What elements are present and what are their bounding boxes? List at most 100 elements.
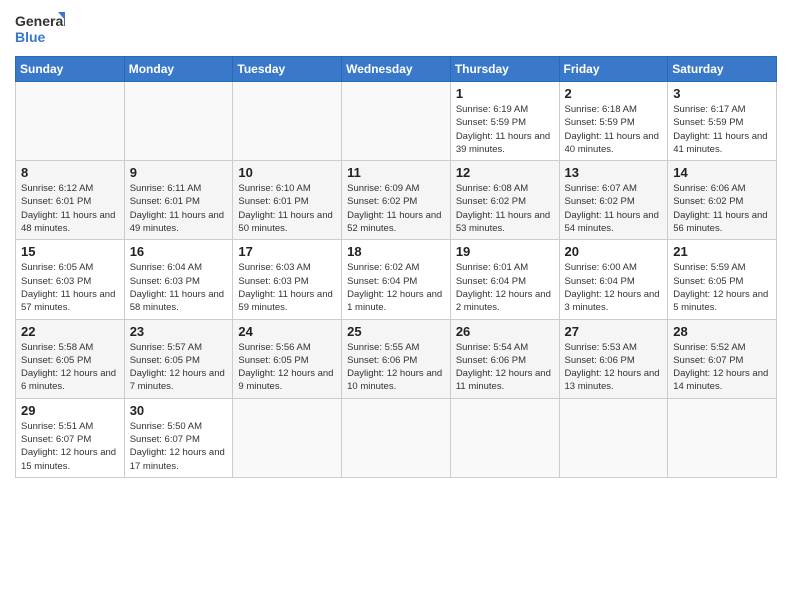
weekday-header-thursday: Thursday: [450, 57, 559, 82]
weekday-header-sunday: Sunday: [16, 57, 125, 82]
day-cell-27: 27 Sunrise: 5:53 AMSunset: 6:06 PMDayligh…: [559, 319, 668, 398]
day-info: Sunrise: 6:17 AMSunset: 5:59 PMDaylight:…: [673, 103, 771, 156]
day-info: Sunrise: 6:07 AMSunset: 6:02 PMDaylight:…: [565, 182, 663, 235]
day-number: 24: [238, 324, 336, 339]
calendar-week-3: 15 Sunrise: 6:05 AMSunset: 6:03 PMDayligh…: [16, 240, 777, 319]
day-number: 30: [130, 403, 228, 418]
calendar-week-5: 29 Sunrise: 5:51 AMSunset: 6:07 PMDayligh…: [16, 398, 777, 477]
day-number: 2: [565, 86, 663, 101]
day-cell-3: 3 Sunrise: 6:17 AMSunset: 5:59 PMDaylight…: [668, 82, 777, 161]
day-info: Sunrise: 5:51 AMSunset: 6:07 PMDaylight:…: [21, 420, 119, 473]
day-number: 10: [238, 165, 336, 180]
day-number: 21: [673, 244, 771, 259]
day-number: 3: [673, 86, 771, 101]
day-number: 27: [565, 324, 663, 339]
day-info: Sunrise: 6:00 AMSunset: 6:04 PMDaylight:…: [565, 261, 663, 314]
empty-cell: [668, 398, 777, 477]
day-number: 15: [21, 244, 119, 259]
day-info: Sunrise: 6:06 AMSunset: 6:02 PMDaylight:…: [673, 182, 771, 235]
day-info: Sunrise: 6:02 AMSunset: 6:04 PMDaylight:…: [347, 261, 445, 314]
day-number: 23: [130, 324, 228, 339]
logo-svg: General Blue: [15, 10, 65, 48]
logo: General Blue: [15, 10, 65, 48]
weekday-header-friday: Friday: [559, 57, 668, 82]
day-info: Sunrise: 6:04 AMSunset: 6:03 PMDaylight:…: [130, 261, 228, 314]
day-cell-21: 21 Sunrise: 5:59 AMSunset: 6:05 PMDayligh…: [668, 240, 777, 319]
day-cell-14: 14 Sunrise: 6:06 AMSunset: 6:02 PMDayligh…: [668, 161, 777, 240]
calendar-week-4: 22 Sunrise: 5:58 AMSunset: 6:05 PMDayligh…: [16, 319, 777, 398]
day-number: 13: [565, 165, 663, 180]
calendar-header-row: SundayMondayTuesdayWednesdayThursdayFrid…: [16, 57, 777, 82]
day-number: 20: [565, 244, 663, 259]
day-cell-19: 19Sunrise: 6:01 AMSunset: 6:04 PMDayligh…: [450, 240, 559, 319]
day-cell-24: 24 Sunrise: 5:56 AMSunset: 6:05 PMDayligh…: [233, 319, 342, 398]
calendar-table: SundayMondayTuesdayWednesdayThursdayFrid…: [15, 56, 777, 478]
day-number: 8: [21, 165, 119, 180]
day-info: Sunrise: 5:57 AMSunset: 6:05 PMDaylight:…: [130, 341, 228, 394]
day-cell-26: 26 Sunrise: 5:54 AMSunset: 6:06 PMDayligh…: [450, 319, 559, 398]
day-number: 18: [347, 244, 445, 259]
day-cell-1: 1Sunrise: 6:19 AMSunset: 5:59 PMDaylight…: [450, 82, 559, 161]
day-number: 22: [21, 324, 119, 339]
weekday-header-saturday: Saturday: [668, 57, 777, 82]
day-cell-16: 16 Sunrise: 6:04 AMSunset: 6:03 PMDayligh…: [124, 240, 233, 319]
day-cell-17: 17Sunrise: 6:03 AMSunset: 6:03 PMDayligh…: [233, 240, 342, 319]
day-cell-28: 28Sunrise: 5:52 AMSunset: 6:07 PMDayligh…: [668, 319, 777, 398]
day-number: 9: [130, 165, 228, 180]
day-cell-13: 13 Sunrise: 6:07 AMSunset: 6:02 PMDayligh…: [559, 161, 668, 240]
day-cell-20: 20 Sunrise: 6:00 AMSunset: 6:04 PMDayligh…: [559, 240, 668, 319]
day-info: Sunrise: 5:55 AMSunset: 6:06 PMDaylight:…: [347, 341, 445, 394]
empty-cell: [342, 398, 451, 477]
day-number: 28: [673, 324, 771, 339]
day-info: Sunrise: 6:11 AMSunset: 6:01 PMDaylight:…: [130, 182, 228, 235]
empty-cell: [16, 82, 125, 161]
day-info: Sunrise: 6:01 AMSunset: 6:04 PMDaylight:…: [456, 261, 554, 314]
day-number: 17: [238, 244, 336, 259]
header: General Blue: [15, 10, 777, 48]
day-number: 25: [347, 324, 445, 339]
day-cell-2: 2 Sunrise: 6:18 AMSunset: 5:59 PMDaylight…: [559, 82, 668, 161]
day-info: Sunrise: 5:53 AMSunset: 6:06 PMDaylight:…: [565, 341, 663, 394]
day-cell-9: 9 Sunrise: 6:11 AMSunset: 6:01 PMDaylight…: [124, 161, 233, 240]
day-cell-8: 8 Sunrise: 6:12 AMSunset: 6:01 PMDaylight…: [16, 161, 125, 240]
day-info: Sunrise: 6:05 AMSunset: 6:03 PMDaylight:…: [21, 261, 119, 314]
empty-cell: [559, 398, 668, 477]
day-info: Sunrise: 5:59 AMSunset: 6:05 PMDaylight:…: [673, 261, 771, 314]
calendar-week-1: 1Sunrise: 6:19 AMSunset: 5:59 PMDaylight…: [16, 82, 777, 161]
day-info: Sunrise: 6:18 AMSunset: 5:59 PMDaylight:…: [565, 103, 663, 156]
day-info: Sunrise: 5:54 AMSunset: 6:06 PMDaylight:…: [456, 341, 554, 394]
day-number: 14: [673, 165, 771, 180]
day-cell-12: 12 Sunrise: 6:08 AMSunset: 6:02 PMDayligh…: [450, 161, 559, 240]
weekday-header-monday: Monday: [124, 57, 233, 82]
day-number: 12: [456, 165, 554, 180]
day-info: Sunrise: 5:56 AMSunset: 6:05 PMDaylight:…: [238, 341, 336, 394]
day-info: Sunrise: 6:09 AMSunset: 6:02 PMDaylight:…: [347, 182, 445, 235]
day-info: Sunrise: 5:58 AMSunset: 6:05 PMDaylight:…: [21, 341, 119, 394]
day-number: 16: [130, 244, 228, 259]
svg-text:General: General: [15, 13, 65, 29]
day-cell-10: 10 Sunrise: 6:10 AMSunset: 6:01 PMDayligh…: [233, 161, 342, 240]
svg-text:Blue: Blue: [15, 29, 46, 45]
day-info: Sunrise: 6:12 AMSunset: 6:01 PMDaylight:…: [21, 182, 119, 235]
empty-cell: [342, 82, 451, 161]
empty-cell: [450, 398, 559, 477]
day-cell-25: 25 Sunrise: 5:55 AMSunset: 6:06 PMDayligh…: [342, 319, 451, 398]
weekday-header-wednesday: Wednesday: [342, 57, 451, 82]
day-info: Sunrise: 5:50 AMSunset: 6:07 PMDaylight:…: [130, 420, 228, 473]
empty-cell: [233, 398, 342, 477]
day-info: Sunrise: 6:19 AMSunset: 5:59 PMDaylight:…: [456, 103, 554, 156]
day-number: 29: [21, 403, 119, 418]
calendar-week-2: 8 Sunrise: 6:12 AMSunset: 6:01 PMDaylight…: [16, 161, 777, 240]
day-cell-15: 15 Sunrise: 6:05 AMSunset: 6:03 PMDayligh…: [16, 240, 125, 319]
day-cell-11: 11 Sunrise: 6:09 AMSunset: 6:02 PMDayligh…: [342, 161, 451, 240]
day-number: 11: [347, 165, 445, 180]
day-cell-18: 18 Sunrise: 6:02 AMSunset: 6:04 PMDayligh…: [342, 240, 451, 319]
day-number: 26: [456, 324, 554, 339]
day-info: Sunrise: 6:10 AMSunset: 6:01 PMDaylight:…: [238, 182, 336, 235]
weekday-header-tuesday: Tuesday: [233, 57, 342, 82]
day-cell-23: 23 Sunrise: 5:57 AMSunset: 6:05 PMDayligh…: [124, 319, 233, 398]
day-info: Sunrise: 6:08 AMSunset: 6:02 PMDaylight:…: [456, 182, 554, 235]
empty-cell: [233, 82, 342, 161]
day-cell-30: 30 Sunrise: 5:50 AMSunset: 6:07 PMDayligh…: [124, 398, 233, 477]
empty-cell: [124, 82, 233, 161]
